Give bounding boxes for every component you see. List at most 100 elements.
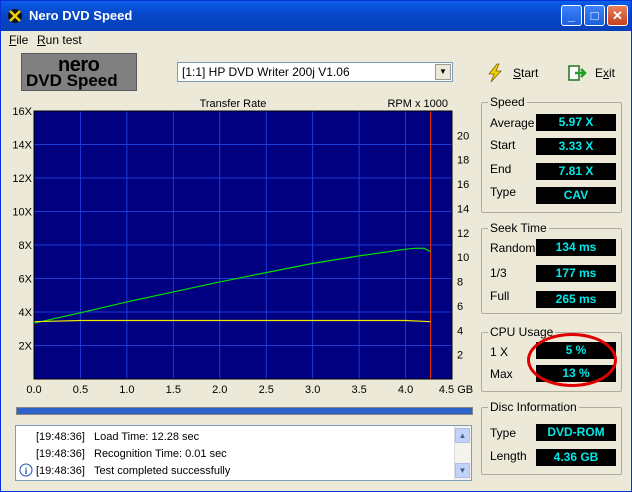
rpm-axis-label: RPM x 1000	[387, 98, 448, 110]
y-tick-label-right: 14	[457, 203, 469, 215]
disc-type-label: Type	[490, 426, 517, 440]
speed-group: Speed Average 5.97 X Start 3.33 X End 7.…	[481, 95, 622, 213]
start-label: Start	[513, 66, 538, 80]
y-tick-label-left: 16X	[12, 106, 32, 118]
speed-type-value: CAV	[536, 187, 616, 204]
y-tick-label-right: 18	[457, 155, 469, 167]
log-time: [19:48:36]	[36, 448, 85, 460]
log-time: [19:48:36]	[36, 431, 85, 443]
speed-type-label: Type	[490, 185, 517, 199]
log-row: [19:48:36] Recognition Time: 0.01 sec	[36, 448, 227, 460]
log-time: [19:48:36]	[36, 465, 85, 477]
x-tick-label: 4.0	[398, 384, 413, 396]
menu-file-label: ile	[16, 33, 29, 47]
disc-length-value: 4.36 GB	[536, 449, 616, 466]
exit-pre: E	[595, 66, 604, 80]
info-icon: i	[19, 463, 33, 477]
exit-door-icon	[568, 65, 587, 81]
chart-title: Transfer Rate	[200, 98, 267, 110]
exit-button[interactable]: Exit	[567, 60, 619, 86]
log-panel[interactable]: i [19:48:36] Load Time: 12.28 sec [19:48:…	[15, 425, 472, 481]
speed-start-value: 3.33 X	[536, 138, 616, 155]
menu-bar: File Run test	[1, 31, 631, 49]
cpu-max-label: Max	[490, 367, 513, 381]
speed-average-value: 5.97 X	[536, 114, 616, 131]
lightning-icon	[488, 63, 502, 83]
disc-type-value: DVD-ROM	[536, 424, 616, 441]
seek-third-value: 177 ms	[536, 265, 616, 282]
log-row: [19:48:36] Load Time: 12.28 sec	[36, 431, 199, 443]
y-tick-label-right: 12	[457, 228, 469, 240]
disc-group-title: Disc Information	[488, 400, 579, 414]
seek-group-title: Seek Time	[488, 221, 549, 235]
scroll-up-icon[interactable]: ▲	[455, 428, 470, 443]
disc-info-group: Disc Information Type DVD-ROM Length 4.3…	[481, 400, 622, 475]
menu-run-label: un test	[45, 33, 82, 47]
drive-select[interactable]: [1:1] HP DVD Writer 200j V1.06 ▼	[177, 62, 453, 82]
start-rest: tart	[521, 66, 539, 80]
speed-end-label: End	[490, 162, 512, 176]
y-tick-label-left: 14X	[12, 140, 32, 152]
window-title: Nero DVD Speed	[29, 8, 133, 23]
log-message: Recognition Time: 0.01 sec	[94, 448, 227, 460]
y-tick-label-left: 6X	[19, 274, 33, 286]
minimize-button[interactable]: _	[561, 5, 582, 26]
log-row: [19:48:36] Test completed successfully	[36, 465, 230, 477]
y-tick-label-left: 4X	[19, 307, 33, 319]
seek-full-value: 265 ms	[536, 291, 616, 308]
x-tick-label: 0.0	[26, 384, 41, 396]
y-tick-label-left: 8X	[19, 240, 33, 252]
maximize-button[interactable]: □	[584, 5, 605, 26]
disc-length-label: Length	[490, 449, 527, 463]
drive-select-value: [1:1] HP DVD Writer 200j V1.06	[182, 65, 350, 79]
app-window: Nero DVD Speed _ □ ✕ File Run test nero …	[0, 0, 632, 492]
exit-rest: it	[609, 66, 616, 80]
log-message: Load Time: 12.28 sec	[94, 431, 200, 443]
speed-start-label: Start	[490, 138, 516, 152]
y-tick-label-left: 12X	[12, 173, 32, 185]
transfer-rate-chart: Transfer Rate RPM x 1000 0.0 0.5 1.0 1.5 2.0 2.…	[12, 98, 473, 396]
start-button[interactable]: Start	[485, 60, 545, 86]
menu-run-test[interactable]: Run test	[37, 33, 82, 47]
y-tick-label-right: 2	[457, 350, 463, 362]
maximize-icon: □	[590, 8, 599, 23]
x-tick-label: 2.5	[259, 384, 274, 396]
scroll-down-icon[interactable]: ▼	[455, 463, 470, 478]
nero-logo: nero DVD Speed	[21, 53, 137, 91]
menu-file[interactable]: File	[9, 33, 28, 47]
seek-third-label: 1/3	[490, 266, 507, 280]
seek-full-label: Full	[490, 289, 510, 303]
speed-average-label: Average	[490, 116, 535, 130]
chevron-down-icon[interactable]: ▼	[435, 64, 451, 80]
seek-time-group: Seek Time Random 134 ms 1/3 177 ms Full …	[481, 221, 622, 314]
cpu-1x-label: 1 X	[490, 345, 509, 359]
x-tick-label: 1.5	[166, 384, 181, 396]
speed-group-title: Speed	[488, 95, 527, 109]
nero-app-icon	[8, 9, 22, 23]
x-tick-label: 2.0	[212, 384, 227, 396]
x-tick-label: 4.5 GB	[439, 384, 473, 396]
log-scrollbar[interactable]: ▲ ▼	[454, 426, 471, 480]
close-button[interactable]: ✕	[607, 5, 628, 26]
seek-random-value: 134 ms	[536, 239, 616, 256]
title-bar[interactable]: Nero DVD Speed _ □ ✕	[1, 1, 631, 31]
close-icon: ✕	[612, 8, 623, 23]
start-accel: S	[513, 66, 522, 80]
x-tick-label: 1.0	[119, 384, 134, 396]
speed-end-value: 7.81 X	[536, 163, 616, 180]
exit-label: Exit	[595, 66, 615, 80]
progress-bar	[16, 407, 473, 415]
minimize-icon: _	[567, 8, 576, 23]
y-tick-label-right: 10	[457, 252, 469, 264]
logo-line2: DVD Speed	[26, 71, 118, 90]
y-tick-label-right: 6	[457, 301, 463, 313]
x-tick-label: 3.5	[351, 384, 366, 396]
y-tick-label-left: 2X	[19, 341, 33, 353]
menu-run-accel: R	[37, 33, 46, 47]
y-tick-label-right: 16	[457, 179, 469, 191]
log-message: Test completed successfully	[94, 465, 231, 477]
y-tick-label-right: 20	[457, 130, 469, 142]
y-tick-label-right: 8	[457, 277, 463, 289]
x-tick-label: 0.5	[73, 384, 88, 396]
progress-fill	[17, 408, 472, 414]
